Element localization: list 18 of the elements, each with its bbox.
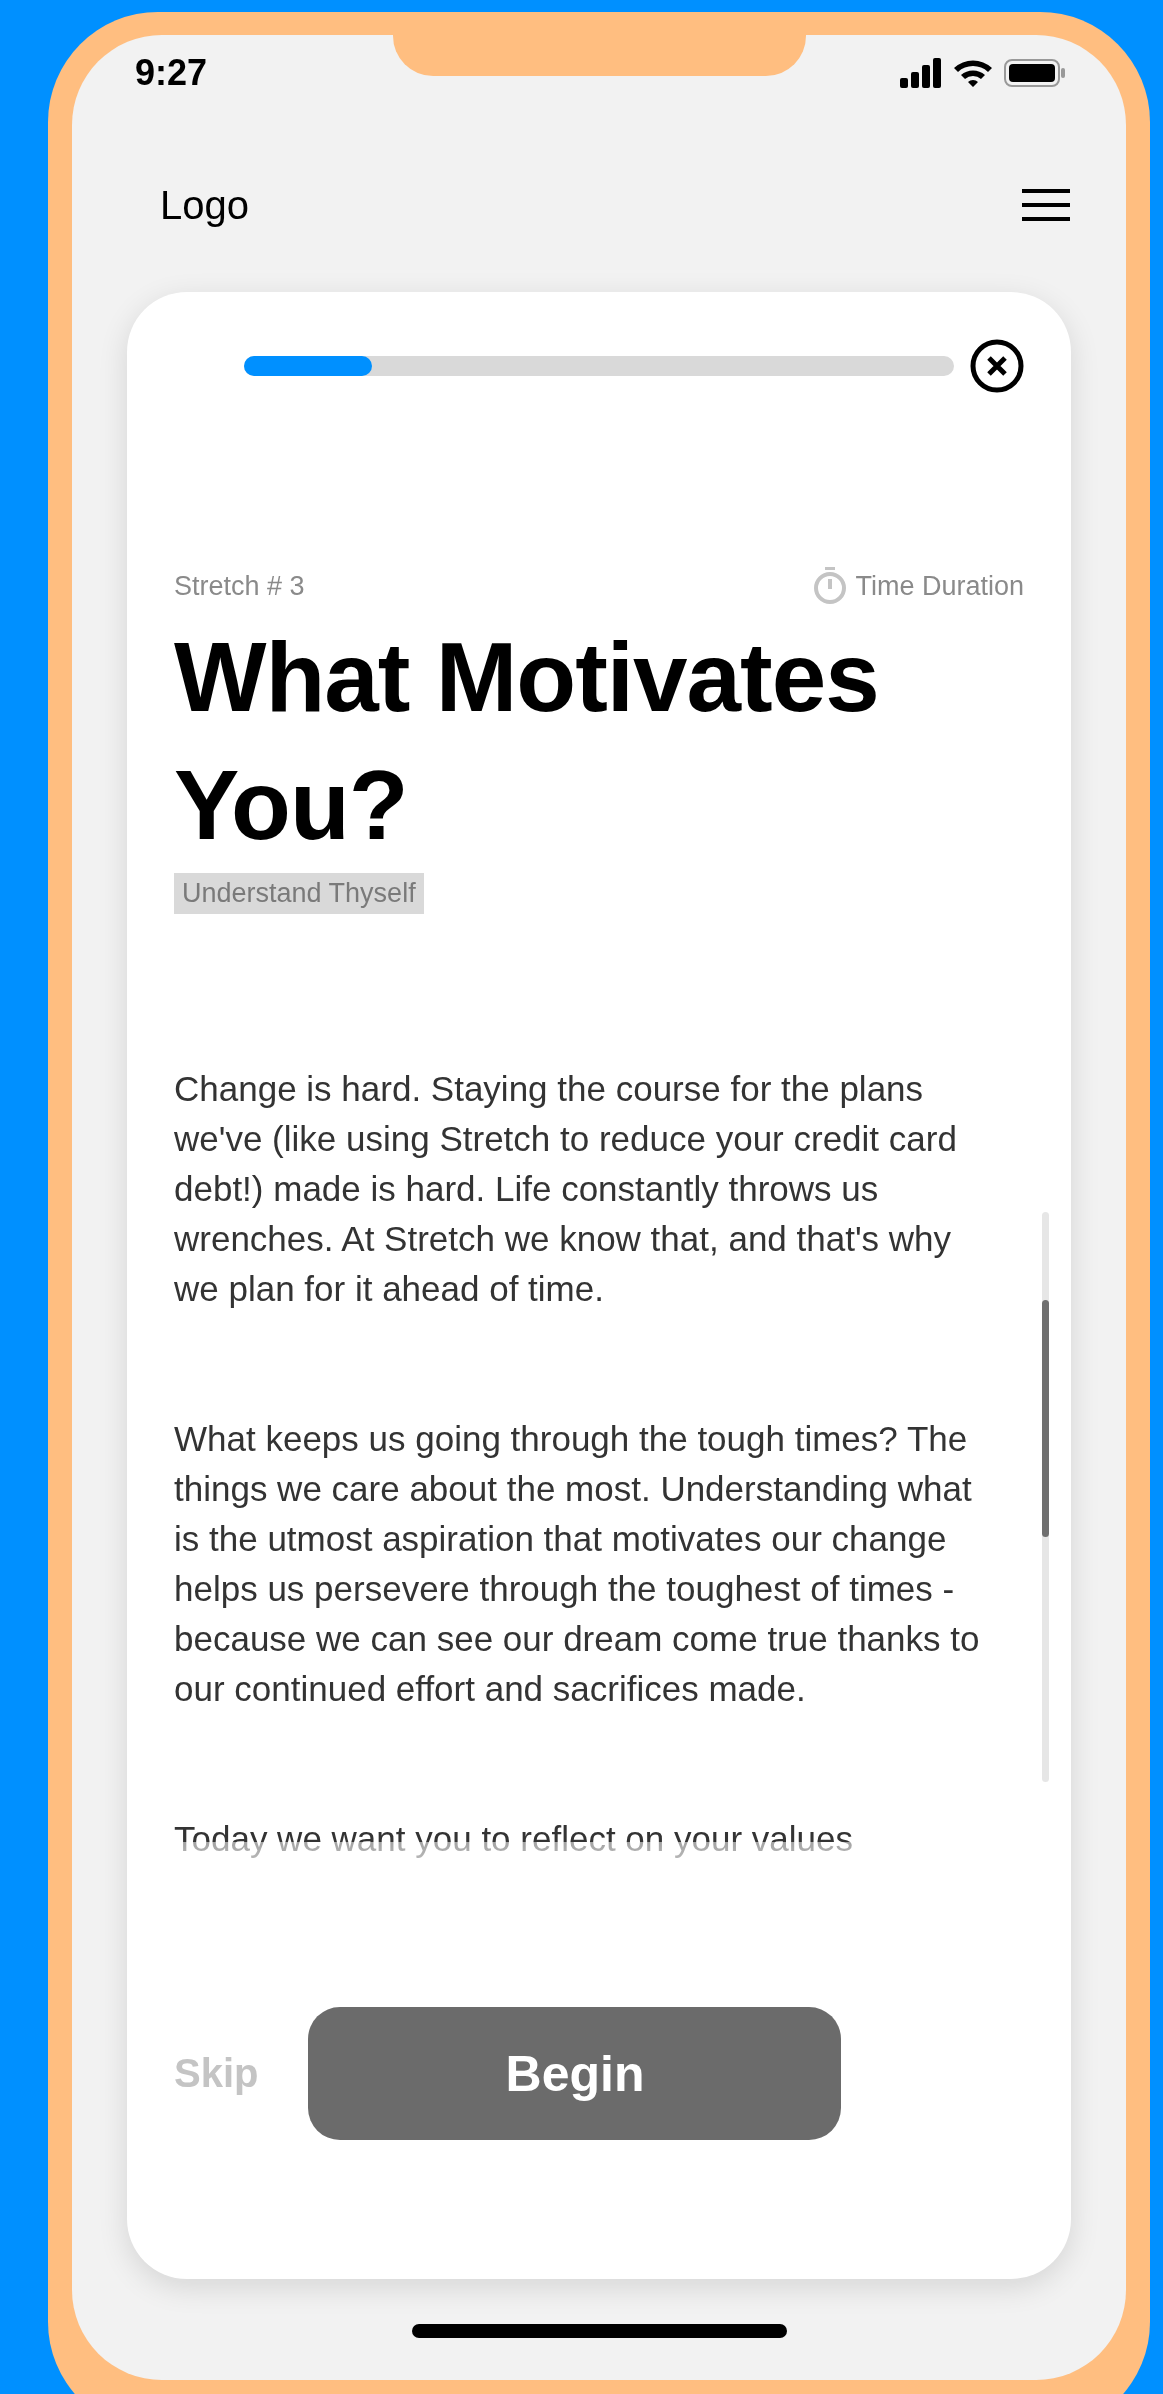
signal-icon [900,58,942,88]
body-paragraph: Change is hard. Staying the course for the plans we've (like using Stretch to reduce your credit card debt!) made is hard. Life constantly throws us wrenches. At Stretch we know that, and that's why we plan for it ahead of time. [174,1068,958,1310]
logo[interactable]: Logo [160,182,249,228]
close-icon[interactable] [970,339,1024,393]
body-paragraph: Today we want you to reflect on your values [174,1818,854,1860]
lesson-title: What Motivates You? [174,621,880,862]
begin-button[interactable]: Begin [308,2007,842,2140]
scrollbar[interactable] [1042,1212,1049,1782]
stopwatch-icon [813,567,848,605]
stretch-number: Stretch # 3 [174,570,305,602]
wifi-icon [952,58,994,88]
scrollbar-thumb[interactable] [1042,1300,1049,1537]
status-time: 9:27 [135,52,208,94]
time-duration: Time Duration [855,570,1024,602]
battery-icon [1004,58,1066,88]
category-tag: Understand Thyself [174,873,424,914]
menu-icon[interactable] [1022,189,1070,221]
body-paragraph: What keeps us going through the tough times? The things we care about the most. Understanding what is the utmost aspiration that motivates our change helps us persevere through the toughest of times - because we can see our dream come true thanks to our continued effort and sacrifices made. [174,1418,981,1710]
